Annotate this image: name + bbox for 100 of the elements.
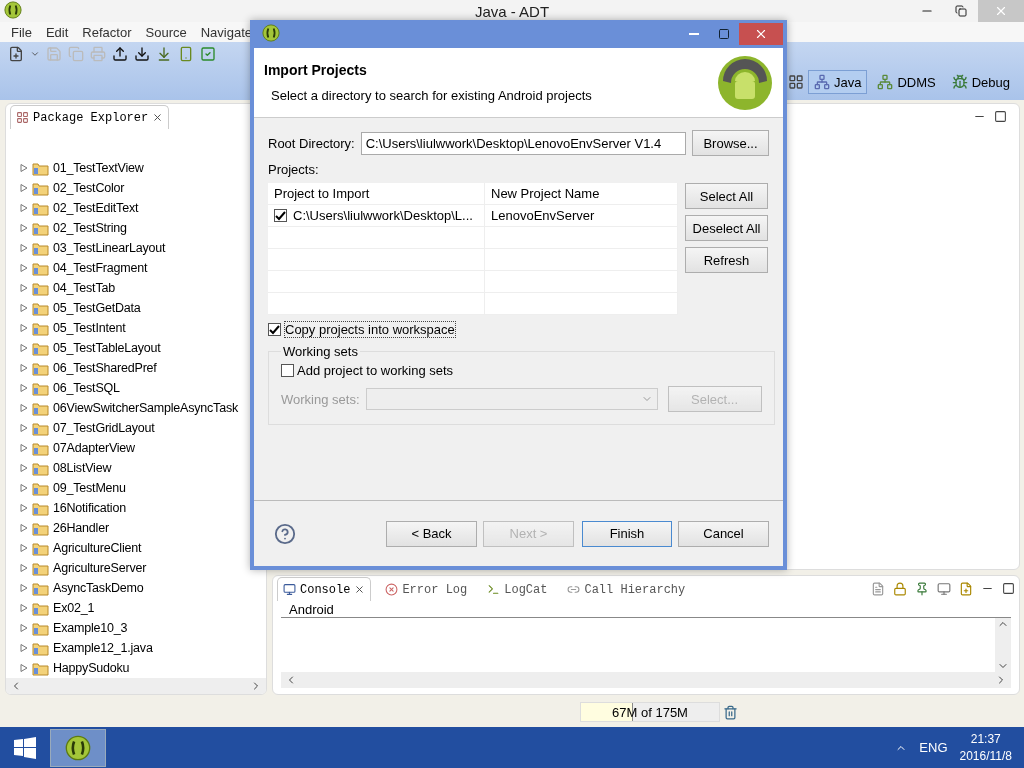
column-header[interactable]: New Project Name — [485, 183, 678, 204]
project-folder-icon — [32, 260, 49, 276]
column-header[interactable]: Project to Import — [268, 183, 485, 204]
view-tab[interactable]: Package Explorer — [10, 105, 170, 129]
device-icon[interactable] — [178, 46, 194, 62]
view-tab[interactable]: Call Hierarchy — [561, 577, 692, 601]
expand-arrow-icon[interactable] — [20, 544, 28, 552]
expand-arrow-icon[interactable] — [20, 664, 28, 672]
open-perspective-icon[interactable] — [787, 74, 804, 90]
expand-arrow-icon[interactable] — [20, 564, 28, 572]
tree-item-label: 06_TestSQL — [53, 381, 120, 395]
menu-item[interactable]: Source — [138, 24, 194, 40]
wizard-button[interactable]: Finish — [582, 520, 672, 547]
tree-item-label: 26Handler — [53, 521, 109, 535]
project-folder-icon — [32, 240, 49, 256]
android-logo-icon — [717, 54, 773, 111]
browse-button[interactable]: Browse... — [692, 130, 769, 156]
view-tab[interactable]: Error Log — [379, 577, 474, 601]
minimize-icon — [689, 33, 699, 35]
close-icon[interactable] — [152, 112, 164, 123]
field-label: Root Directory: — [268, 135, 355, 151]
horizontal-scrollbar[interactable] — [6, 678, 266, 694]
taskbar-app-button[interactable] — [50, 728, 106, 767]
perspective-button[interactable]: DDMS — [871, 70, 942, 94]
expand-arrow-icon[interactable] — [20, 204, 28, 212]
horizontal-scrollbar[interactable] — [281, 672, 1011, 688]
expand-arrow-icon[interactable] — [20, 384, 28, 392]
lock-icon[interactable] — [893, 582, 907, 596]
expand-arrow-icon[interactable] — [20, 484, 28, 492]
expand-arrow-icon[interactable] — [20, 284, 28, 292]
expand-arrow-icon[interactable] — [20, 504, 28, 512]
menu-item[interactable]: File — [4, 24, 39, 40]
project-folder-icon — [32, 580, 49, 596]
expand-arrow-icon[interactable] — [20, 584, 28, 592]
copy-checkbox[interactable] — [268, 323, 281, 336]
project-folder-icon — [32, 520, 49, 536]
expand-arrow-icon[interactable] — [20, 324, 28, 332]
clock[interactable]: 21:37 2016/11/8 — [959, 730, 1012, 765]
expand-arrow-icon[interactable] — [20, 224, 28, 232]
pin-icon[interactable] — [915, 582, 929, 596]
tree-item-label: AgricultureServer — [53, 561, 147, 575]
tree-item-label: 05_TestIntent — [53, 321, 126, 335]
help-icon[interactable] — [274, 522, 296, 545]
expand-arrow-icon[interactable] — [20, 304, 28, 312]
tree-item-label: 07_TestGridLayout — [53, 421, 155, 435]
project-folder-icon — [32, 500, 49, 516]
expand-arrow-icon[interactable] — [20, 344, 28, 352]
expand-arrow-icon[interactable] — [20, 644, 28, 652]
expand-arrow-icon[interactable] — [20, 404, 28, 412]
tree-item-label: 01_TestTextView — [53, 161, 144, 175]
trash-icon[interactable] — [723, 704, 738, 720]
field-label: Working sets: — [281, 391, 360, 407]
expand-arrow-icon[interactable] — [20, 524, 28, 532]
expand-arrow-icon[interactable] — [20, 184, 28, 192]
table-action-button[interactable]: Select All — [685, 183, 768, 209]
close-icon[interactable] — [354, 584, 366, 595]
new-file-icon[interactable] — [8, 46, 24, 62]
project-folder-icon — [32, 640, 49, 656]
display-icon[interactable] — [937, 582, 951, 596]
tree-item-label: Example10_3 — [53, 621, 128, 635]
expand-arrow-icon[interactable] — [20, 424, 28, 432]
upload-icon[interactable] — [112, 46, 128, 62]
download-icon[interactable] — [134, 46, 150, 62]
document-icon[interactable] — [871, 582, 885, 596]
group-title: Working sets — [282, 344, 359, 359]
checkbox-icon[interactable] — [200, 46, 216, 62]
view-tab[interactable]: LogCat — [481, 577, 554, 601]
maximize-icon[interactable] — [994, 110, 1007, 123]
menu-item[interactable]: Refactor — [75, 24, 139, 40]
project-folder-icon — [32, 600, 49, 616]
expand-arrow-icon[interactable] — [20, 244, 28, 252]
new-console-icon[interactable] — [959, 582, 973, 596]
table-action-button[interactable]: Refresh — [685, 247, 768, 273]
view-tab[interactable]: Console — [277, 577, 372, 601]
table-action-button[interactable]: Deselect All — [685, 215, 768, 241]
expand-arrow-icon[interactable] — [20, 364, 28, 372]
caret-icon[interactable] — [30, 49, 40, 59]
expand-arrow-icon[interactable] — [20, 164, 28, 172]
expand-arrow-icon[interactable] — [20, 444, 28, 452]
row-checkbox[interactable] — [274, 209, 287, 222]
perspective-button[interactable]: Debug — [945, 70, 1016, 94]
maximize-icon[interactable] — [1002, 582, 1015, 595]
perspective-button[interactable]: Java — [807, 70, 868, 94]
expand-arrow-icon[interactable] — [20, 624, 28, 632]
tree-item-label: Ex02_1 — [53, 601, 95, 615]
error-icon — [385, 583, 399, 596]
project-folder-icon — [32, 460, 49, 476]
vertical-scrollbar[interactable] — [995, 618, 1011, 672]
language-indicator[interactable]: ENG — [919, 740, 948, 755]
root-directory-field[interactable]: C:\Users\liulwwork\Desktop\LenovoEnvServer V1.4 — [360, 131, 686, 155]
menu-item[interactable]: Edit — [38, 24, 76, 40]
project-folder-icon — [32, 220, 49, 236]
tree-item-label: HappySudoku — [53, 661, 130, 675]
wizard-button[interactable]: < Back — [386, 520, 477, 547]
wizard-button[interactable]: Cancel — [678, 520, 769, 547]
project-folder-icon — [32, 420, 49, 436]
expand-arrow-icon[interactable] — [20, 604, 28, 612]
expand-arrow-icon[interactable] — [20, 264, 28, 272]
expand-arrow-icon[interactable] — [20, 464, 28, 472]
console-icon — [283, 583, 296, 596]
